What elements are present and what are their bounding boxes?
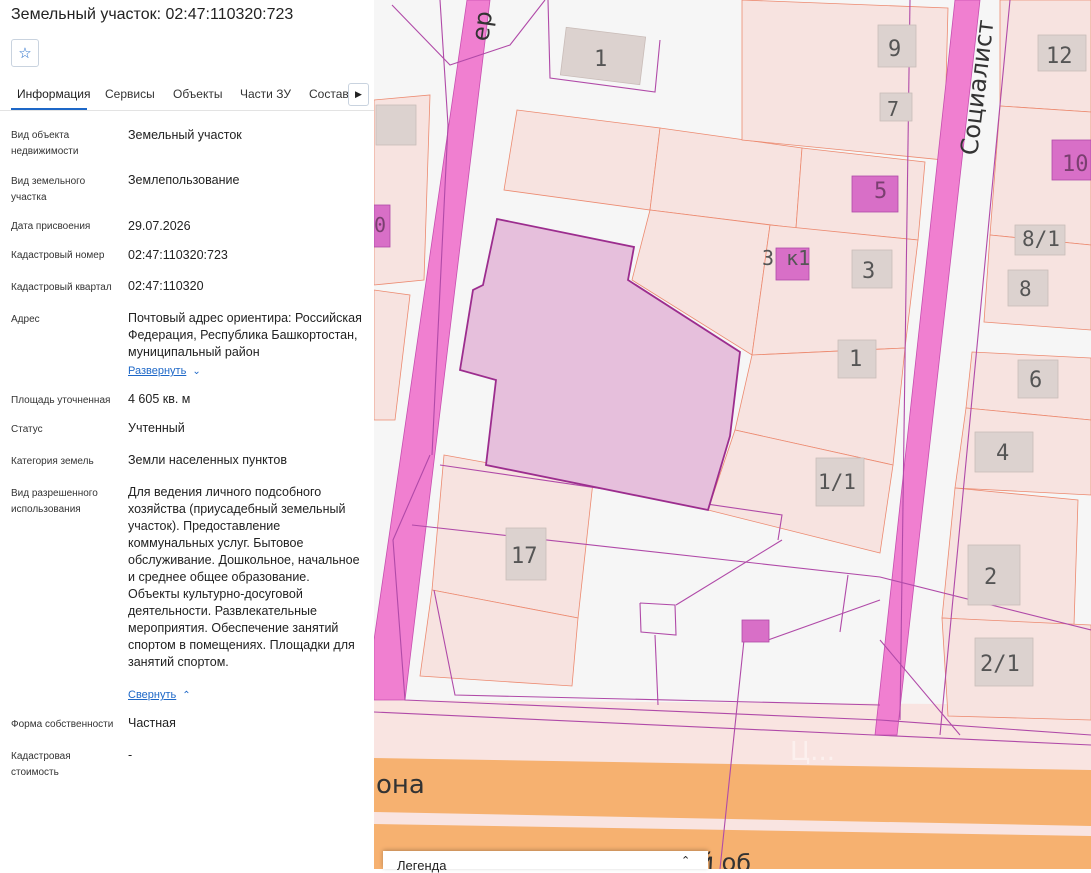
building-pink — [741, 619, 770, 643]
field-value-cadastral-value: - — [128, 748, 133, 762]
field-label-land-category: Категория земель — [11, 456, 94, 467]
building-number: 12 — [1046, 44, 1073, 69]
field-label-status: Статус — [11, 424, 43, 435]
field-value-permitted-use: Для ведения личного подсобного хозяйства… — [128, 485, 360, 669]
tab-objects[interactable]: Объекты — [173, 87, 223, 101]
field-value-cadastral-number: 02:47:110320:723 — [128, 248, 228, 262]
collapse-link-label: Свернуть — [128, 689, 177, 701]
field-label-ownership: Форма собственности — [11, 719, 114, 730]
info-panel: Земельный участок: 02:47:110320:723 ☆ Ин… — [0, 0, 374, 869]
field-value-assign-date: 29.07.2026 — [128, 219, 191, 233]
building-number: 2 — [984, 565, 997, 590]
tab-info[interactable]: Информация — [17, 87, 90, 101]
field-value-land-category: Земли населенных пунктов — [128, 453, 287, 467]
field-label-address: Адрес — [11, 314, 40, 325]
legend-panel[interactable]: Легенда ⌃ — [383, 851, 708, 873]
street-label-bottom: она — [376, 770, 425, 800]
field-value-object-type: Земельный участок — [128, 128, 242, 142]
expand-link[interactable]: Развернуть ⌄ — [128, 365, 201, 377]
page-title: Земельный участок: 02:47:110320:723 — [11, 6, 294, 23]
field-value-area: 4 605 кв. м — [128, 392, 191, 406]
street-label-left: ер — [466, 9, 498, 43]
field-label-object-type: Вид объекта недвижимости — [11, 130, 79, 157]
chevron-up-icon[interactable]: ⌃ — [681, 854, 690, 867]
field-label-cadastral-number: Кадастровый номер — [11, 250, 105, 261]
tabs-scroll-right-button[interactable]: ▶ — [348, 83, 369, 106]
building-number: 2/1 — [980, 652, 1020, 677]
field-label-cadastral-quarter: Кадастровый квартал — [11, 282, 112, 293]
field-value-ownership: Частная — [128, 716, 176, 730]
building — [375, 104, 417, 146]
legend-label: Легенда — [397, 858, 447, 873]
lot — [751, 224, 919, 356]
building-number: 17 — [511, 544, 538, 569]
building-number: 1/1 — [818, 470, 856, 494]
field-value-status: Учтенный — [128, 421, 185, 435]
star-icon: ☆ — [18, 45, 32, 62]
watermark: Ц... — [790, 737, 835, 767]
favorite-button[interactable]: ☆ — [11, 39, 39, 67]
building-number: 3 к1 — [762, 246, 810, 270]
field-value-address: Почтовый адрес ориентира: Российская Фед… — [128, 311, 362, 359]
building-number: 8 — [1019, 277, 1032, 301]
building-number: 9 — [888, 37, 901, 62]
chevron-up-icon: ⌃ — [182, 690, 191, 701]
building-number: 1 — [849, 347, 862, 372]
field-value-cadastral-quarter: 02:47:110320 — [128, 279, 204, 293]
building-number: 8/1 — [1022, 227, 1060, 251]
chevron-down-icon: ⌄ — [192, 366, 201, 377]
building-number: 4 — [996, 441, 1009, 466]
expand-link-label: Развернуть — [128, 365, 187, 377]
building-number: 1 — [594, 47, 607, 72]
building-number: 10 — [1062, 152, 1089, 177]
chevron-right-icon: ▶ — [355, 89, 362, 99]
building-number: 0 — [374, 213, 386, 237]
collapse-link[interactable]: Свернуть ⌃ — [128, 689, 191, 701]
tab-services[interactable]: Сервисы — [105, 87, 155, 101]
field-label-cadastral-value: Кадастровая стоимость — [11, 751, 71, 778]
tab-bar: Информация Сервисы Объекты Части ЗУ Сост… — [0, 82, 374, 111]
field-label-permitted-use: Вид разрешенного использования — [11, 488, 98, 515]
tab-composition[interactable]: Состав — [309, 87, 349, 101]
tab-parcel-parts[interactable]: Части ЗУ — [240, 87, 291, 101]
active-tab-indicator — [11, 108, 87, 110]
field-label-assign-date: Дата присвоения — [11, 221, 91, 232]
lot — [741, 0, 949, 161]
building-number: 3 — [862, 259, 875, 284]
building-number: 6 — [1029, 368, 1042, 393]
building-number: 7 — [887, 97, 899, 121]
field-value-land-type: Землепользование — [128, 173, 240, 187]
map-canvas[interactable]: 1 9 12 7 5 10 3 к1 3 8/1 8 1 6 4 1/1 17 … — [374, 0, 1091, 869]
field-label-area: Площадь уточненная — [11, 395, 111, 406]
cadastral-map[interactable]: 1 9 12 7 5 10 3 к1 3 8/1 8 1 6 4 1/1 17 … — [374, 0, 1091, 869]
field-label-land-type: Вид земельного участка — [11, 176, 86, 203]
building-number: 5 — [874, 179, 887, 204]
